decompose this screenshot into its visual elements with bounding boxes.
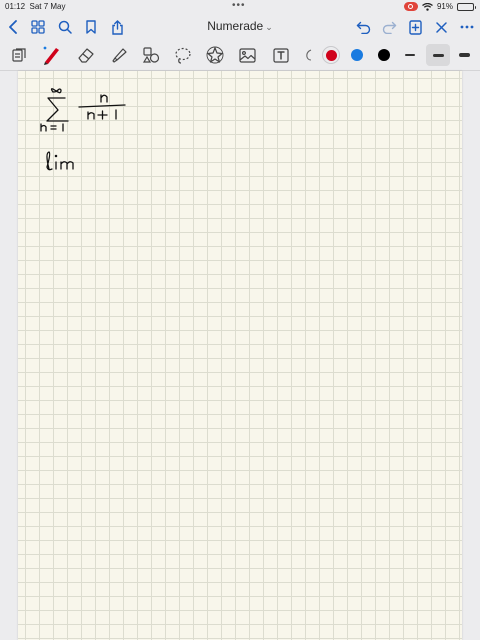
color-black-button[interactable] [373,44,395,66]
color-red-swatch [325,49,337,61]
sigma-lower-equals [50,125,57,130]
close-icon[interactable] [431,17,451,37]
thickness-thin-button[interactable] [399,44,421,66]
shapes-icon[interactable] [140,44,162,66]
more-icon[interactable] [457,17,477,37]
note-canvas[interactable] [18,71,462,640]
undo-icon[interactable] [353,17,373,37]
link-icon[interactable] [298,44,320,66]
status-date: Sat 7 May [29,2,66,11]
wifi-icon [422,2,433,11]
image-icon[interactable] [236,44,258,66]
status-time-date: 01:12 Sat 7 May [5,2,66,11]
highlighter-icon[interactable] [108,44,130,66]
selected-color-ring [322,46,340,64]
text-icon[interactable] [270,44,292,66]
tool-bar [0,40,480,71]
medium-line-icon [432,53,444,57]
app-window: 01:12 Sat 7 May ••• 91% Numerade ⌄ [0,0,480,640]
sigma-symbol [46,97,69,122]
add-page-icon[interactable] [405,17,425,37]
multitasking-dots[interactable]: ••• [232,0,246,11]
lim-i-dot [54,154,58,158]
battery-icon [457,2,476,11]
lim-l [46,151,53,171]
denominator-n [87,111,95,120]
color-black-swatch [378,49,390,61]
screen-recording-icon[interactable] [403,2,418,11]
thickness-medium-button[interactable] [426,44,450,66]
thin-line-icon [405,54,415,56]
thickness-thick-button[interactable] [453,44,475,66]
denominator-plus [97,110,108,120]
handwriting-layer [40,88,126,171]
status-time: 01:12 [5,2,26,11]
navigation-bar: Numerade ⌄ [0,14,480,40]
lasso-icon[interactable] [172,44,194,66]
color-blue-button[interactable] [346,44,368,66]
document-icon[interactable] [8,44,30,66]
color-red-button[interactable] [320,44,342,66]
pen-icon[interactable] [40,44,62,66]
fraction-numerator-n [100,94,108,103]
sigma-lower-n [40,123,47,132]
fraction-bar [78,104,126,108]
thick-line-icon [458,53,470,57]
infinity-symbol [50,88,62,94]
document-title-text[interactable]: Numerade [207,19,263,33]
color-blue-swatch [351,49,363,61]
lim-m [60,161,74,170]
eraser-icon[interactable] [75,44,97,66]
battery-percent: 91% [436,2,453,11]
sticker-icon[interactable] [204,44,226,66]
status-right: 91% [403,2,476,11]
title-chevron-down-icon[interactable]: ⌄ [265,22,273,32]
status-bar: 01:12 Sat 7 May ••• 91% [0,0,480,14]
redo-icon[interactable] [379,17,399,37]
